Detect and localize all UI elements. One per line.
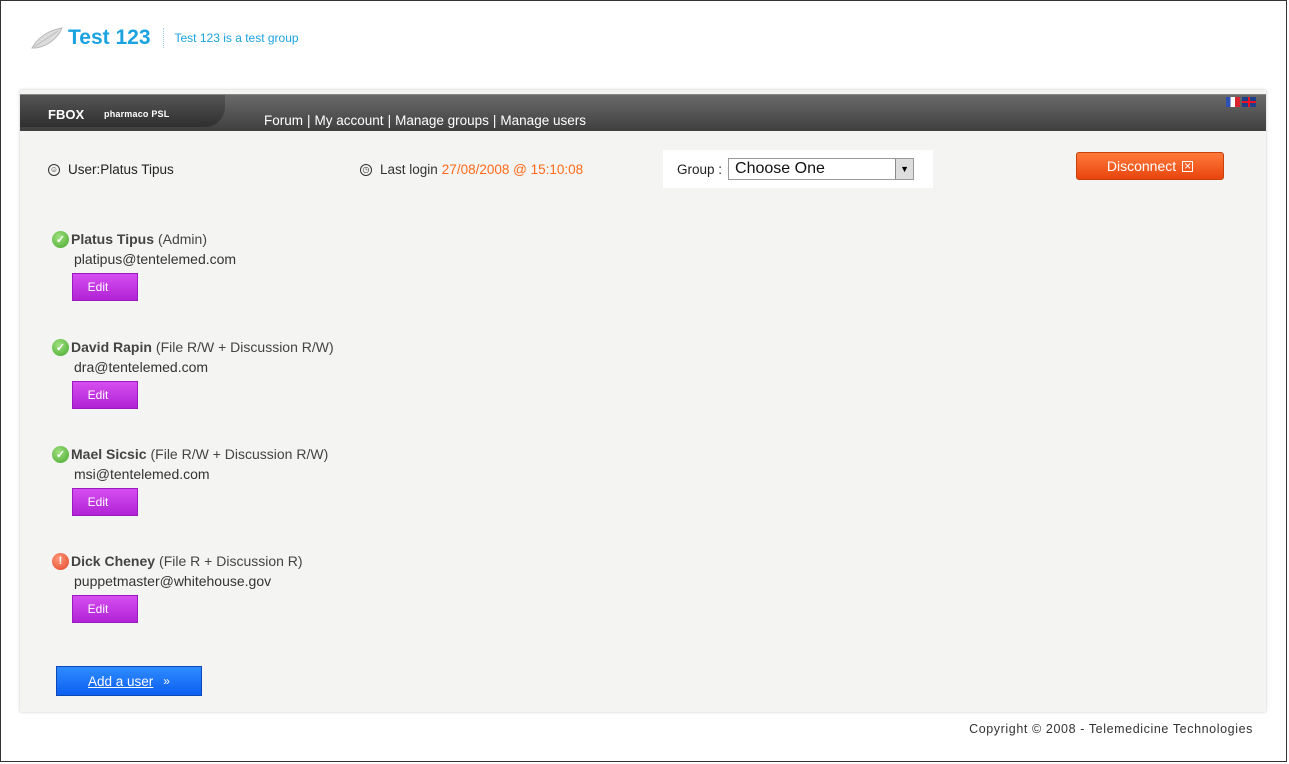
check-circle-icon: ✓ [52, 230, 69, 248]
nav-links: Forum | My account | Manage groups | Manage us… [264, 113, 586, 128]
user-role: (File R/W + Discussion R/W) [155, 339, 334, 355]
check-circle-icon: ✓ [52, 338, 69, 356]
user-role: (File R/W + Discussion R/W) [150, 446, 329, 462]
list-item: ✓ David Rapin (File R/W + Discussion R/W… [52, 338, 334, 409]
warning-circle-icon: ! [52, 552, 69, 570]
edit-button[interactable]: Edit [72, 595, 138, 623]
leaf-logo-icon [31, 27, 63, 49]
edit-label: Edit [87, 495, 109, 509]
language-flags [1224, 97, 1256, 107]
user-name: Dick Cheney [71, 553, 156, 569]
nav-bar: FBOX pharmaco PSL Forum | My account | Manag… [20, 94, 1266, 131]
edit-label: Edit [87, 388, 109, 402]
main-panel: FBOX pharmaco PSL Forum | My account | Manag… [20, 90, 1266, 712]
add-user-label: Add a user [88, 673, 154, 689]
user-name: Mael Sicsic [71, 446, 147, 462]
edit-button[interactable]: Edit [72, 273, 138, 301]
nav-link-forum[interactable]: Forum [264, 113, 303, 128]
edit-button[interactable]: Edit [72, 381, 138, 409]
user-email: puppetmaster@whitehouse.gov [74, 573, 272, 589]
group-selector: Group : Choose One ▼ [663, 150, 933, 188]
group-select[interactable]: Choose One ▼ [728, 158, 915, 180]
brand-tab: FBOX pharmaco PSL [20, 95, 225, 127]
close-box-icon: × [1182, 158, 1194, 173]
nav-link-manage-groups[interactable]: Manage groups [395, 113, 489, 128]
last-login-time: 27/08/2008 @ 15:10:08 [441, 162, 584, 177]
nav-separator: | [307, 113, 311, 128]
check-circle-icon: ✓ [52, 445, 69, 463]
add-user-button[interactable]: Add a user » [56, 666, 202, 696]
clock-icon: ◷ [360, 163, 372, 176]
group-label: Group : [677, 161, 723, 177]
dropdown-arrow-icon[interactable]: ▼ [895, 159, 914, 179]
site-header: Test 123 Test 123 is a test group [30, 18, 299, 58]
edit-button[interactable]: Edit [72, 488, 138, 516]
brand-name: FBOX [48, 107, 85, 122]
user-role: (File R + Discussion R) [159, 553, 303, 569]
list-item: ✓ Platus Tipus (Admin) platipus@tentelem… [52, 230, 236, 301]
site-title: Test 123 [68, 26, 151, 49]
nav-separator: | [387, 113, 392, 128]
last-login: ◷ Last login 27/08/2008 @ 15:10:08 [360, 162, 583, 177]
copyright: Copyright © 2008 - Telemedicine Technolo… [969, 722, 1253, 736]
double-chevron-right-icon: » [163, 674, 170, 688]
site-description: Test 123 is a test group [174, 31, 299, 45]
user-email: dra@tentelemed.com [74, 359, 209, 375]
edit-label: Edit [87, 602, 109, 616]
edit-label: Edit [87, 280, 109, 294]
user-name: David Rapin [71, 339, 152, 355]
user-icon: ☺ [48, 163, 60, 176]
nav-separator: | [492, 113, 497, 128]
brand-subtitle: pharmaco PSL [104, 109, 170, 119]
nav-link-manage-users[interactable]: Manage users [500, 113, 586, 128]
nav-link-my-account[interactable]: My account [315, 113, 384, 128]
user-name: Platus Tipus [71, 231, 154, 247]
last-login-label: Last login [380, 162, 438, 177]
disconnect-button[interactable]: Disconnect × [1076, 152, 1224, 180]
disconnect-label: Disconnect [1106, 158, 1177, 174]
current-user: ☺ User:Platus Tipus [48, 162, 174, 177]
uk-flag-icon[interactable] [1242, 97, 1256, 107]
user-email: msi@tentelemed.com [74, 466, 210, 482]
list-item: ! Dick Cheney (File R + Discussion R) pu… [52, 552, 303, 623]
user-email: platipus@tentelemed.com [74, 251, 237, 267]
list-item: ✓ Mael Sicsic (File R/W + Discussion R/W… [52, 445, 328, 516]
title-divider [162, 28, 165, 48]
user-role: (Admin) [157, 231, 207, 247]
french-flag-icon[interactable] [1226, 97, 1240, 107]
group-selected-value: Choose One [735, 160, 825, 177]
current-user-label: User:Platus Tipus [68, 162, 174, 177]
